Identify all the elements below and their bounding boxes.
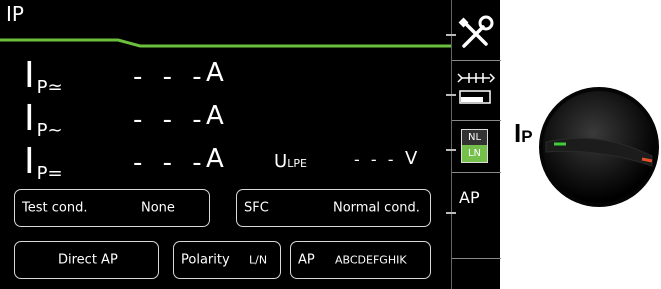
ulpe-symbol: ULPE — [274, 151, 307, 172]
test-probe-icon[interactable] — [456, 70, 496, 106]
nl-ln-toggle[interactable]: NL LN — [461, 129, 488, 163]
settings-tools-icon[interactable] — [455, 14, 495, 54]
reading-unit: A — [206, 58, 224, 88]
divider — [452, 172, 501, 173]
side-ap-button[interactable]: AP — [459, 188, 480, 207]
ap-label: AP — [298, 252, 315, 268]
test-cond-value: None — [141, 200, 175, 216]
divider — [452, 120, 501, 121]
ap-button[interactable]: AP ABCDEFGHIK — [290, 241, 431, 279]
rotary-selector-knob[interactable] — [538, 86, 661, 209]
sfc-value: Normal cond. — [333, 200, 420, 216]
direct-ap-button[interactable]: Direct AP — [14, 241, 159, 279]
ulpe-value: - - - — [354, 150, 397, 169]
polarity-button[interactable]: Polarity L/N — [173, 241, 281, 279]
reading-ip-ac-dc: I P≃ - - - A — [0, 58, 451, 102]
sfc-button[interactable]: SFC Normal cond. — [236, 189, 431, 227]
ulpe-unit: V — [405, 148, 418, 169]
reading-symbol: I P≃ — [24, 55, 63, 99]
ap-value: ABCDEFGHIK — [335, 253, 407, 267]
polarity-value: L/N — [249, 253, 268, 267]
nl-option[interactable]: NL — [462, 130, 487, 145]
reading-value: - - - — [133, 62, 208, 92]
polarity-label: Polarity — [181, 252, 230, 268]
divider — [452, 258, 501, 259]
sfc-label: SFC — [244, 200, 269, 216]
reading-ip-ac: I P~ - - - A — [0, 101, 451, 145]
reading-value: - - - — [133, 105, 208, 135]
title-underline — [0, 38, 451, 48]
direct-ap-label: Direct AP — [58, 252, 118, 268]
divider — [452, 60, 501, 61]
test-cond-label: Test cond. — [22, 200, 88, 216]
ln-option[interactable]: LN — [462, 145, 487, 162]
measurement-screen: IP I P≃ - - - A I P~ - - - A I P= - - - A U… — [0, 0, 451, 289]
test-cond-button[interactable]: Test cond. None — [14, 189, 210, 227]
reading-value: - - - — [133, 148, 208, 178]
knob-label: IP — [514, 118, 533, 148]
reading-unit: A — [206, 101, 224, 131]
reading-unit: A — [206, 144, 224, 174]
reading-symbol: I P= — [24, 141, 63, 185]
reading-symbol: I P~ — [24, 98, 63, 142]
page-title: IP — [6, 2, 24, 26]
